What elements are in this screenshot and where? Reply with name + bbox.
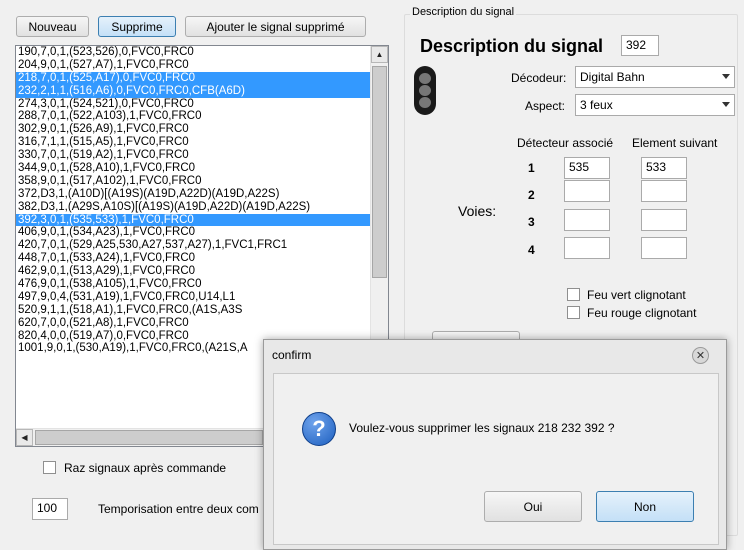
- close-icon[interactable]: ✕: [692, 347, 709, 364]
- list-item[interactable]: 204,9,0,1,(527,A7),1,FVC0,FRC0: [16, 59, 372, 72]
- track-number-3: 3: [528, 215, 535, 229]
- signal-address-field[interactable]: 392: [621, 35, 659, 56]
- voies-label: Voies:: [458, 203, 497, 219]
- list-item[interactable]: 462,9,0,1,(513,A29),1,FVC0,FRC0: [16, 265, 372, 278]
- next-element-field-1[interactable]: 533: [641, 157, 687, 179]
- question-icon: ?: [302, 412, 336, 446]
- list-item[interactable]: 190,7,0,1,(523,526),0,FVC0,FRC0: [16, 46, 372, 59]
- next-element-header: Element suivant: [632, 136, 718, 150]
- list-item[interactable]: 448,7,0,1,(533,A24),1,FVC0,FRC0: [16, 252, 372, 265]
- signal-rows: 190,7,0,1,(523,526),0,FVC0,FRC0 204,9,0,1…: [16, 46, 388, 355]
- tempo-input[interactable]: 100: [32, 498, 68, 520]
- list-item[interactable]: 316,7,1,1,(515,A5),1,FVC0,FRC0: [16, 136, 372, 149]
- raz-signals-label: Raz signaux après commande: [64, 461, 227, 475]
- decoder-label: Décodeur:: [511, 71, 567, 85]
- no-button[interactable]: Non: [596, 491, 694, 522]
- decoder-value: Digital Bahn: [580, 70, 645, 84]
- aspect-select[interactable]: 3 feux: [575, 94, 735, 116]
- dialog-body: ? Voulez-vous supprimer les signaux 218 …: [273, 373, 719, 545]
- next-element-field-4[interactable]: [641, 237, 687, 259]
- track-number-2: 2: [528, 188, 535, 202]
- scroll-up-icon[interactable]: ▲: [371, 46, 388, 63]
- raz-signals-checkbox[interactable]: [43, 461, 56, 474]
- green-blink-checkbox[interactable]: [567, 288, 580, 301]
- list-item[interactable]: 420,7,0,1,(529,A25,530,A27,537,A27),1,FV…: [16, 239, 372, 252]
- confirm-dialog: confirm ✕ ? Voulez-vous supprimer les si…: [263, 339, 727, 550]
- detector-field-1[interactable]: 535: [564, 157, 610, 179]
- decoder-chevron-down-icon: [722, 74, 730, 79]
- red-blink-checkbox[interactable]: [567, 306, 580, 319]
- dialog-title: confirm: [272, 348, 312, 362]
- list-item[interactable]: 392,3,0,1,(535,533),1,FVC0,FRC0: [16, 213, 372, 227]
- list-item[interactable]: 476,9,0,1,(538,A105),1,FVC0,FRC0: [16, 278, 372, 291]
- detector-field-4[interactable]: [564, 237, 610, 259]
- list-item[interactable]: 344,9,0,1,(528,A10),1,FVC0,FRC0: [16, 162, 372, 175]
- aspect-chevron-down-icon: [722, 102, 730, 107]
- list-item[interactable]: 358,9,0,1,(517,A102),1,FVC0,FRC0: [16, 175, 372, 188]
- scroll-left-icon[interactable]: ◀: [16, 429, 33, 446]
- list-item[interactable]: 330,7,0,1,(519,A2),1,FVC0,FRC0: [16, 149, 372, 162]
- next-element-field-2[interactable]: [641, 180, 687, 202]
- restore-signal-button[interactable]: Ajouter le signal supprimé: [185, 16, 366, 37]
- decoder-select[interactable]: Digital Bahn: [575, 66, 735, 88]
- delete-button[interactable]: Supprime: [98, 16, 176, 37]
- new-button[interactable]: Nouveau: [16, 16, 89, 37]
- track-number-1: 1: [528, 161, 535, 175]
- list-item[interactable]: 218,7,0,1,(525,A17),0,FVC0,FRC0: [16, 71, 372, 85]
- list-item[interactable]: 520,9,1,1,(518,A1),1,FVC0,FRC0,(A1S,A3S: [16, 304, 372, 317]
- detector-field-2[interactable]: [564, 180, 610, 202]
- list-item[interactable]: 288,7,0,1,(522,A103),1,FVC0,FRC0: [16, 110, 372, 123]
- list-item[interactable]: 372,D3,1,(A10D)[(A19S)(A19D,A22D)(A19D,A…: [16, 188, 372, 201]
- list-item[interactable]: 274,3,0,1,(524,521),0,FVC0,FRC0: [16, 98, 372, 111]
- next-element-field-3[interactable]: [641, 209, 687, 231]
- description-title: Description du signal: [420, 36, 604, 56]
- detector-header: Détecteur associé: [517, 136, 614, 150]
- green-blink-label: Feu vert clignotant: [587, 288, 686, 302]
- signal-light-icon: [414, 66, 436, 115]
- dialog-message: Voulez-vous supprimer les signaux 218 23…: [349, 421, 615, 435]
- tempo-label: Temporisation entre deux com: [98, 502, 259, 516]
- list-item[interactable]: 302,9,0,1,(526,A9),1,FVC0,FRC0: [16, 123, 372, 136]
- list-item[interactable]: 406,9,0,1,(534,A23),1,FVC0,FRC0: [16, 226, 372, 239]
- horizontal-scroll-thumb[interactable]: [35, 430, 263, 445]
- list-item[interactable]: 382,D3,1,(A29S,A10S)[(A19S)(A19D,A22D)(A…: [16, 201, 372, 214]
- aspect-value: 3 feux: [580, 98, 613, 112]
- dialog-titlebar[interactable]: confirm ✕: [264, 340, 726, 371]
- list-item[interactable]: 620,7,0,0,(521,A8),1,FVC0,FRC0: [16, 317, 372, 330]
- aspect-label: Aspect:: [525, 99, 566, 113]
- track-number-4: 4: [528, 243, 535, 257]
- red-blink-label: Feu rouge clignotant: [587, 306, 697, 320]
- yes-button[interactable]: Oui: [484, 491, 582, 522]
- list-item[interactable]: 232,2,1,1,(516,A6),0,FVC0,FRC0,CFB(A6D): [16, 84, 372, 98]
- vertical-scroll-thumb[interactable]: [372, 66, 387, 278]
- detector-field-3[interactable]: [564, 209, 610, 231]
- description-group-label: Description du signal: [410, 6, 517, 18]
- list-item[interactable]: 497,9,0,4,(531,A19),1,FVC0,FRC0,U14,L1: [16, 291, 372, 304]
